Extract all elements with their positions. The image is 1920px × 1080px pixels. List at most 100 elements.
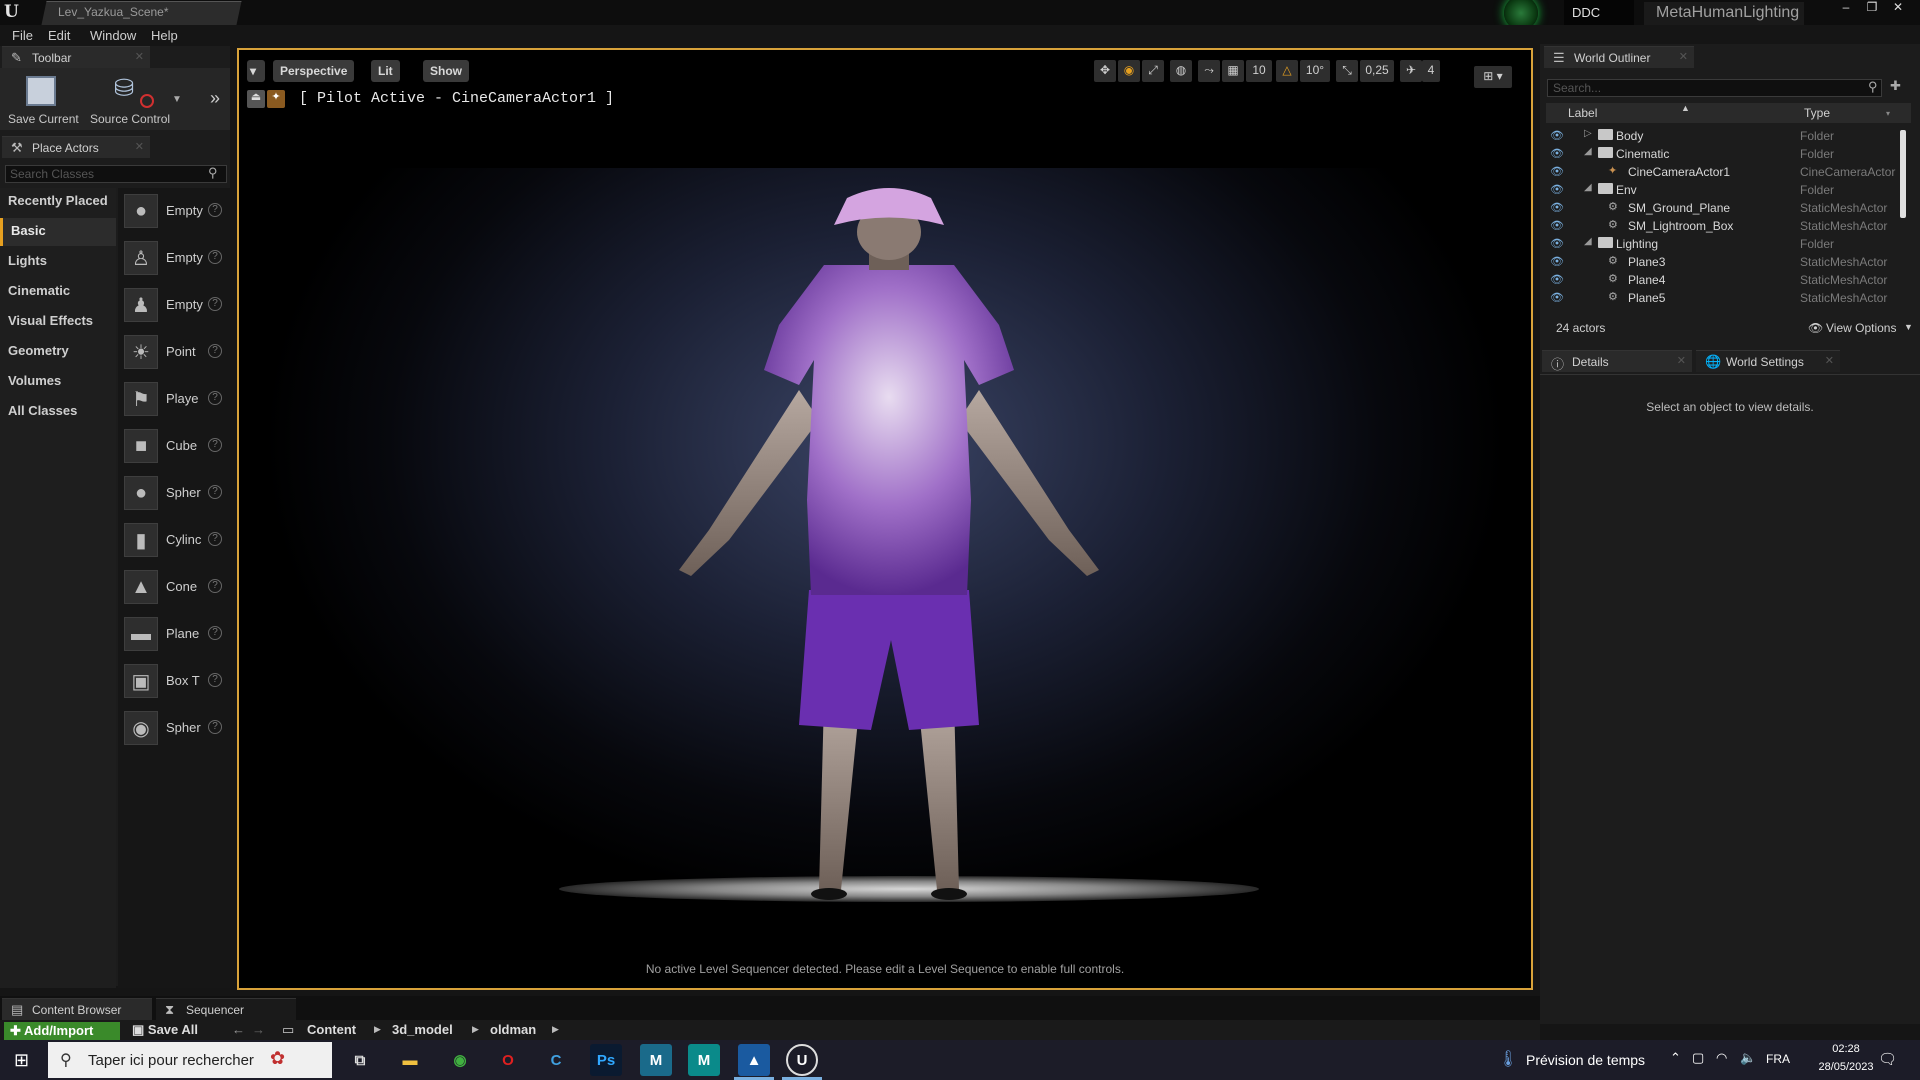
visibility-eye-icon[interactable]: 👁 — [1550, 273, 1564, 286]
close-icon[interactable]: ✕ — [1886, 0, 1910, 16]
scale-snap-value[interactable]: 0,25 — [1360, 60, 1394, 82]
save-current-icon[interactable] — [26, 76, 56, 106]
level-viewport[interactable]: ▾ Perspective Lit Show ✥ ◉ ⤢ ◍ ⤳ ▦ 10 △ … — [237, 48, 1533, 990]
search-classes-input[interactable]: Search Classes — [5, 165, 227, 183]
tab-world-settings[interactable]: 🌐 World Settings ✕ — [1696, 350, 1840, 372]
collapse-arrow-icon[interactable]: ◢ — [1584, 146, 1592, 157]
add-import-button[interactable]: ✚ Add/Import — [4, 1022, 120, 1040]
category-all-classes[interactable]: All Classes — [0, 398, 116, 426]
tab-sequencer[interactable]: ⧗ Sequencer — [156, 998, 296, 1020]
column-label[interactable]: Label — [1568, 106, 1597, 120]
column-menu-icon[interactable]: ▾ — [1886, 109, 1890, 118]
tab-details[interactable]: ⓘ Details ✕ — [1542, 350, 1692, 372]
visibility-eye-icon[interactable]: 👁 — [1550, 237, 1564, 250]
help-icon[interactable]: ? — [208, 344, 222, 358]
language-indicator[interactable]: FRA — [1766, 1052, 1790, 1066]
expand-arrow-icon[interactable]: ▷ — [1584, 128, 1592, 139]
category-basic[interactable]: Basic — [0, 218, 116, 246]
scale-icon[interactable]: ⤢ — [1142, 60, 1164, 82]
view-options-dropdown-icon[interactable]: ▼ — [1904, 322, 1913, 332]
outliner-row-cinecameraactor1[interactable]: 👁 ✦ CineCameraActor1 CineCameraActor — [1546, 163, 1898, 181]
column-type[interactable]: Type — [1804, 106, 1830, 120]
clock-time[interactable]: 02:28 — [1816, 1043, 1876, 1055]
opera-icon[interactable]: O — [492, 1044, 524, 1076]
outliner-row-body[interactable]: 👁 ▷ Body Folder — [1546, 127, 1898, 145]
viewport-layout-icon[interactable]: ⊞ ▾ — [1474, 66, 1512, 88]
save-all-button[interactable]: ▣ Save All — [132, 1022, 198, 1038]
file-explorer-icon[interactable]: ▬ — [394, 1044, 426, 1076]
perspective-button[interactable]: Perspective — [273, 60, 355, 82]
collapse-arrow-icon[interactable]: ◢ — [1584, 236, 1592, 247]
cinema-app-icon[interactable]: C — [540, 1044, 572, 1076]
breadcrumb-content[interactable]: Content — [307, 1022, 356, 1037]
close-icon[interactable]: ✕ — [135, 50, 144, 63]
close-icon[interactable]: ✕ — [1677, 354, 1686, 367]
pin-icon[interactable]: ✚ — [1890, 78, 1901, 94]
unreal-engine-icon[interactable]: U — [786, 1044, 818, 1076]
actor-item-sphere-trigger[interactable]: ◉ Spher? — [118, 707, 230, 751]
actor-item-empty-character[interactable]: ♙ Empty? — [118, 237, 230, 281]
help-icon[interactable]: ? — [208, 438, 222, 452]
tray-expand-icon[interactable]: ⌃ — [1670, 1050, 1681, 1066]
close-icon[interactable]: ✕ — [1825, 354, 1834, 367]
translate-icon[interactable]: ✥ — [1094, 60, 1116, 82]
notifications-icon[interactable]: 🗨 — [1878, 1050, 1897, 1068]
outliner-row-sm-ground-plane[interactable]: 👁 ⚙ SM_Ground_Plane StaticMeshActor — [1546, 199, 1898, 217]
menu-edit[interactable]: Edit — [48, 28, 70, 43]
maximize-icon[interactable]: ❐ — [1860, 0, 1884, 16]
actor-item-cylinder[interactable]: ▮ Cylinc? — [118, 519, 230, 563]
help-icon[interactable]: ? — [208, 250, 222, 264]
help-icon[interactable]: ? — [208, 391, 222, 405]
help-icon[interactable]: ? — [208, 532, 222, 546]
help-icon[interactable]: ? — [208, 485, 222, 499]
outliner-row-sm-lightroom-box[interactable]: 👁 ⚙ SM_Lightroom_Box StaticMeshActor — [1546, 217, 1898, 235]
actor-item-plane[interactable]: ▬ Plane? — [118, 613, 230, 657]
view-options-button[interactable]: View Options — [1826, 321, 1896, 335]
outliner-row-plane4[interactable]: 👁 ⚙ Plane4 StaticMeshActor — [1546, 271, 1898, 289]
rotation-snap-value[interactable]: 10° — [1300, 60, 1330, 82]
visibility-eye-icon[interactable]: 👁 — [1550, 201, 1564, 214]
close-icon[interactable]: ✕ — [135, 140, 144, 153]
rotation-snap-icon[interactable]: △ — [1276, 60, 1298, 82]
history-back-icon[interactable]: ← — [232, 1022, 245, 1037]
visibility-eye-icon[interactable]: 👁 — [1550, 291, 1564, 304]
visibility-eye-icon[interactable]: 👁 — [1550, 165, 1564, 178]
taskbar-search-box[interactable]: ⚲ Taper ici pour rechercher ✿ — [48, 1042, 332, 1078]
actor-item-cone[interactable]: ▲ Cone? — [118, 566, 230, 610]
tab-place-actors[interactable]: ⚒ Place Actors ✕ — [2, 136, 150, 158]
actor-item-cube[interactable]: ■ Cube? — [118, 425, 230, 469]
tab-toolbar[interactable]: ✎ Toolbar ✕ — [2, 46, 150, 68]
maya-icon[interactable]: M — [640, 1044, 672, 1076]
weather-label[interactable]: Prévision de temps — [1526, 1052, 1645, 1068]
visibility-eye-icon[interactable]: 👁 — [1550, 129, 1564, 142]
menu-window[interactable]: Window — [90, 28, 136, 43]
world-local-icon[interactable]: ◍ — [1170, 60, 1192, 82]
collapse-arrow-icon[interactable]: ◢ — [1584, 182, 1592, 193]
help-icon[interactable]: ? — [208, 203, 222, 217]
photoshop-icon[interactable]: Ps — [590, 1044, 622, 1076]
network-icon[interactable]: ◠ — [1716, 1050, 1727, 1066]
visibility-eye-icon[interactable]: 👁 — [1550, 255, 1564, 268]
outliner-row-lighting[interactable]: 👁 ◢ Lighting Folder — [1546, 235, 1898, 253]
source-control-button[interactable]: Source Control — [90, 112, 170, 126]
eject-pilot-icon[interactable]: ⏏ — [247, 90, 265, 108]
task-view-icon[interactable]: ⧉ — [344, 1044, 376, 1076]
outliner-scrollbar[interactable] — [1900, 130, 1906, 218]
outliner-row-plane3[interactable]: 👁 ⚙ Plane3 StaticMeshActor — [1546, 253, 1898, 271]
help-icon[interactable]: ? — [208, 626, 222, 640]
source-control-dropdown-icon[interactable]: ▼ — [172, 94, 182, 105]
outliner-row-plane5[interactable]: 👁 ⚙ Plane5 StaticMeshActor — [1546, 289, 1898, 307]
tab-content-browser[interactable]: ▤ Content Browser — [2, 998, 152, 1020]
breadcrumb-3d-model[interactable]: 3d_model — [392, 1022, 453, 1037]
minimize-icon[interactable]: – — [1834, 0, 1858, 16]
grid-snap-value[interactable]: 10 — [1246, 60, 1272, 82]
help-icon[interactable]: ? — [208, 673, 222, 687]
visibility-eye-icon[interactable]: 👁 — [1550, 147, 1564, 160]
windows-start-icon[interactable]: ⊞ — [14, 1050, 29, 1071]
actor-item-player-start[interactable]: ⚑ Playe? — [118, 378, 230, 422]
save-current-button[interactable]: Save Current — [8, 112, 79, 126]
history-forward-icon[interactable]: → — [252, 1022, 265, 1037]
unreal-logo-icon[interactable]: U — [4, 2, 24, 22]
lit-button[interactable]: Lit — [371, 60, 400, 82]
menu-help[interactable]: Help — [151, 28, 178, 43]
